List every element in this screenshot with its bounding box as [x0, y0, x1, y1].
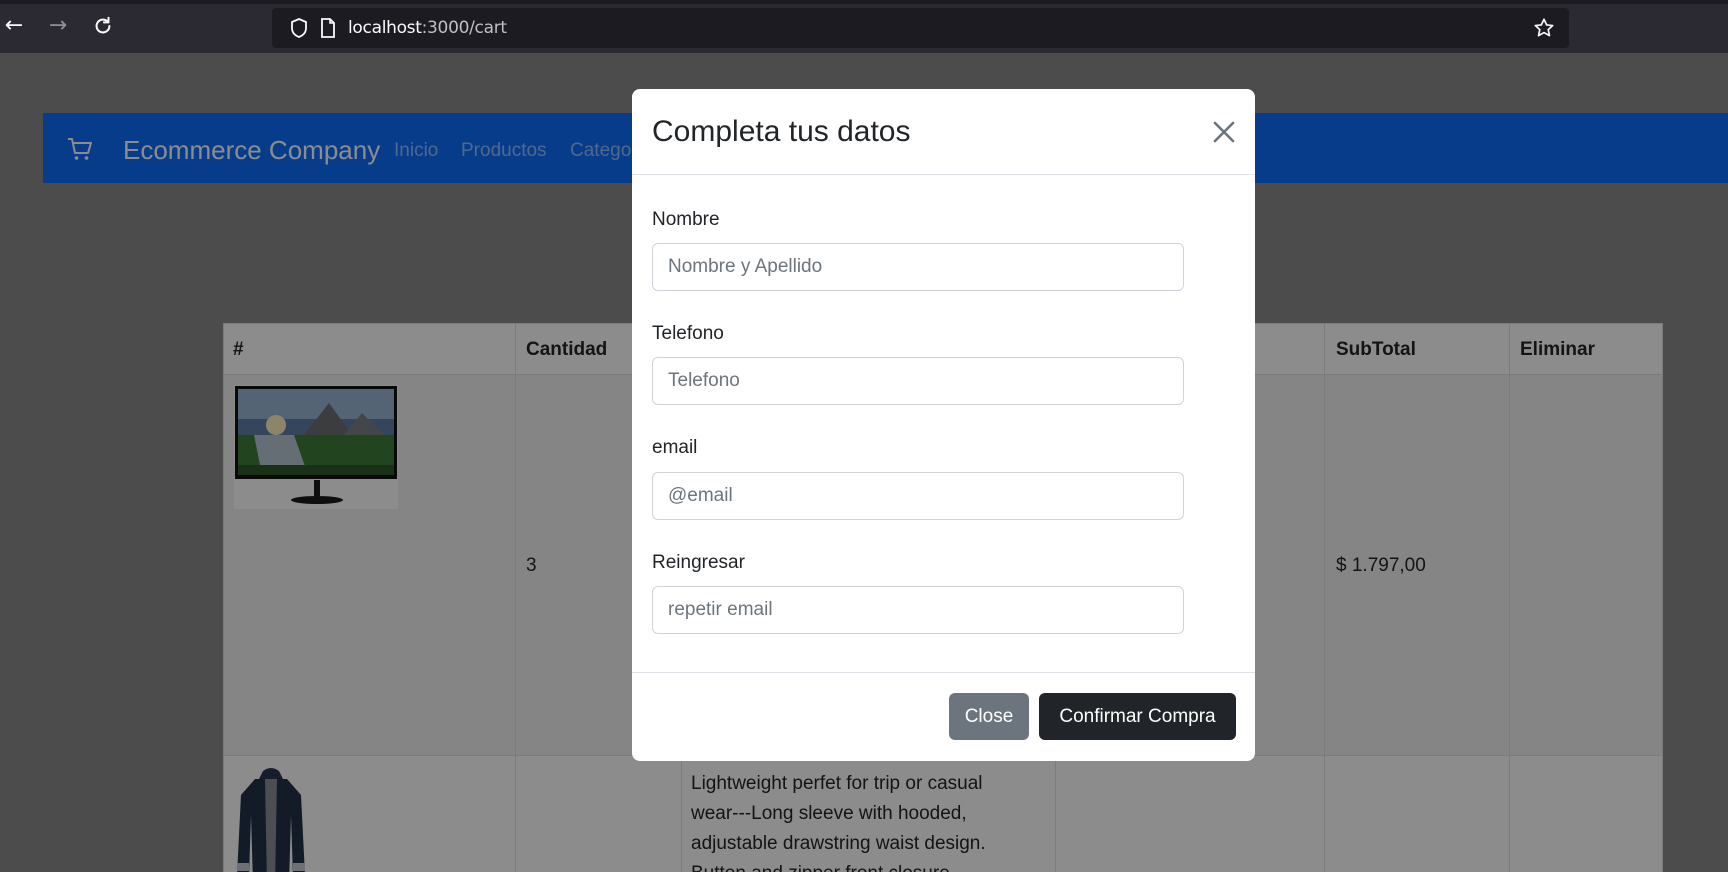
browser-toolbar: ← → localhost:3000/cart — [0, 0, 1728, 53]
url-text[interactable]: localhost:3000/cart — [348, 18, 507, 38]
reload-icon[interactable] — [91, 14, 115, 38]
address-bar[interactable]: localhost:3000/cart — [272, 8, 1569, 48]
telefono-label: Telefono — [652, 323, 724, 344]
telefono-input[interactable] — [652, 357, 1184, 405]
tab-strip-edge — [0, 0, 1728, 4]
reingresar-email-input[interactable] — [652, 586, 1184, 634]
modal-footer: Close Confirmar Compra — [632, 672, 1255, 761]
url-path: :3000/cart — [421, 18, 507, 38]
checkout-modal: Completa tus datos Nombre Telefono email… — [632, 89, 1255, 761]
email-label: email — [652, 437, 698, 458]
shield-icon[interactable] — [290, 18, 308, 38]
modal-header: Completa tus datos — [632, 89, 1255, 175]
bookmark-star-icon[interactable] — [1533, 17, 1555, 39]
nombre-label: Nombre — [652, 209, 720, 230]
close-button[interactable]: Close — [949, 693, 1029, 740]
nombre-input[interactable] — [652, 243, 1184, 291]
back-icon[interactable]: ← — [2, 14, 26, 38]
url-host: localhost — [348, 18, 422, 38]
modal-title: Completa tus datos — [652, 115, 911, 148]
email-input[interactable] — [652, 472, 1184, 520]
close-icon[interactable] — [1209, 117, 1239, 147]
page-icon[interactable] — [320, 18, 336, 38]
confirm-purchase-button[interactable]: Confirmar Compra — [1039, 693, 1236, 740]
forward-icon[interactable]: → — [46, 14, 70, 38]
reingresar-label: Reingresar — [652, 552, 745, 573]
